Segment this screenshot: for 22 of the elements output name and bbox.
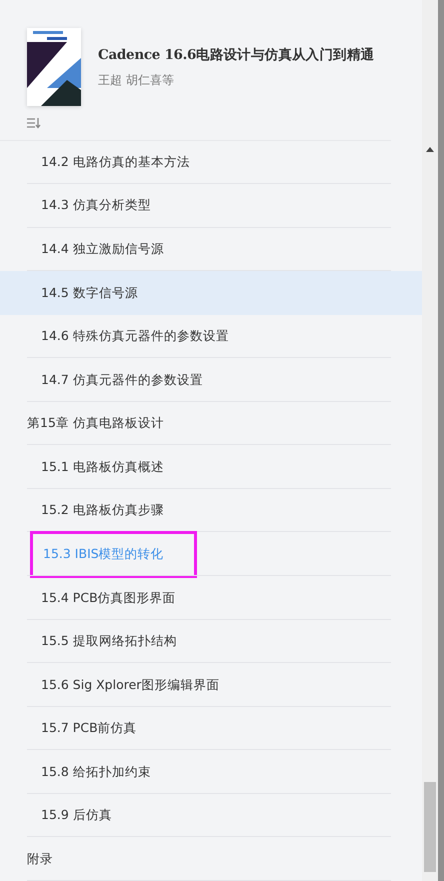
sort-list-icon[interactable]: [27, 117, 41, 129]
scrollbar[interactable]: [422, 0, 438, 881]
toc-item[interactable]: 15.6 Sig Xplorer图形编辑界面: [0, 663, 422, 707]
toc-item[interactable]: 第15章 仿真电路板设计: [0, 402, 422, 446]
toc-item[interactable]: 14.3 仿真分析类型: [0, 184, 422, 228]
book-authors: 王超 胡仁喜等: [98, 72, 175, 88]
toc-item[interactable]: 14.5 数字信号源: [0, 271, 422, 315]
scroll-thumb[interactable]: [424, 782, 436, 872]
toc-item[interactable]: 14.2 电路仿真的基本方法: [0, 140, 422, 184]
toc-item[interactable]: 15.7 PCB前仿真: [0, 706, 422, 750]
toc-item[interactable]: 14.4 独立激励信号源: [0, 228, 422, 272]
toc-item[interactable]: 15.5 提取网络拓扑结构: [0, 620, 422, 664]
scroll-up-icon[interactable]: [426, 147, 434, 152]
toc-item[interactable]: 15.2 电路板仿真步骤: [0, 488, 422, 532]
toc-item[interactable]: 15.8 给拓扑加约束: [0, 750, 422, 794]
toc-item[interactable]: 15.4 PCB仿真图形界面: [0, 576, 422, 620]
toc-item[interactable]: 15.9 后仿真: [0, 794, 422, 838]
toc-item[interactable]: 15.1 电路板仿真概述: [0, 445, 422, 489]
book-title: Cadence 16.6电路设计与仿真从入门到精通: [98, 46, 374, 64]
toc-item[interactable]: 14.7 仿真元器件的参数设置: [0, 358, 422, 402]
toc-item[interactable]: 14.6 特殊仿真元器件的参数设置: [0, 314, 422, 358]
toc-item[interactable]: 附录: [0, 837, 422, 881]
